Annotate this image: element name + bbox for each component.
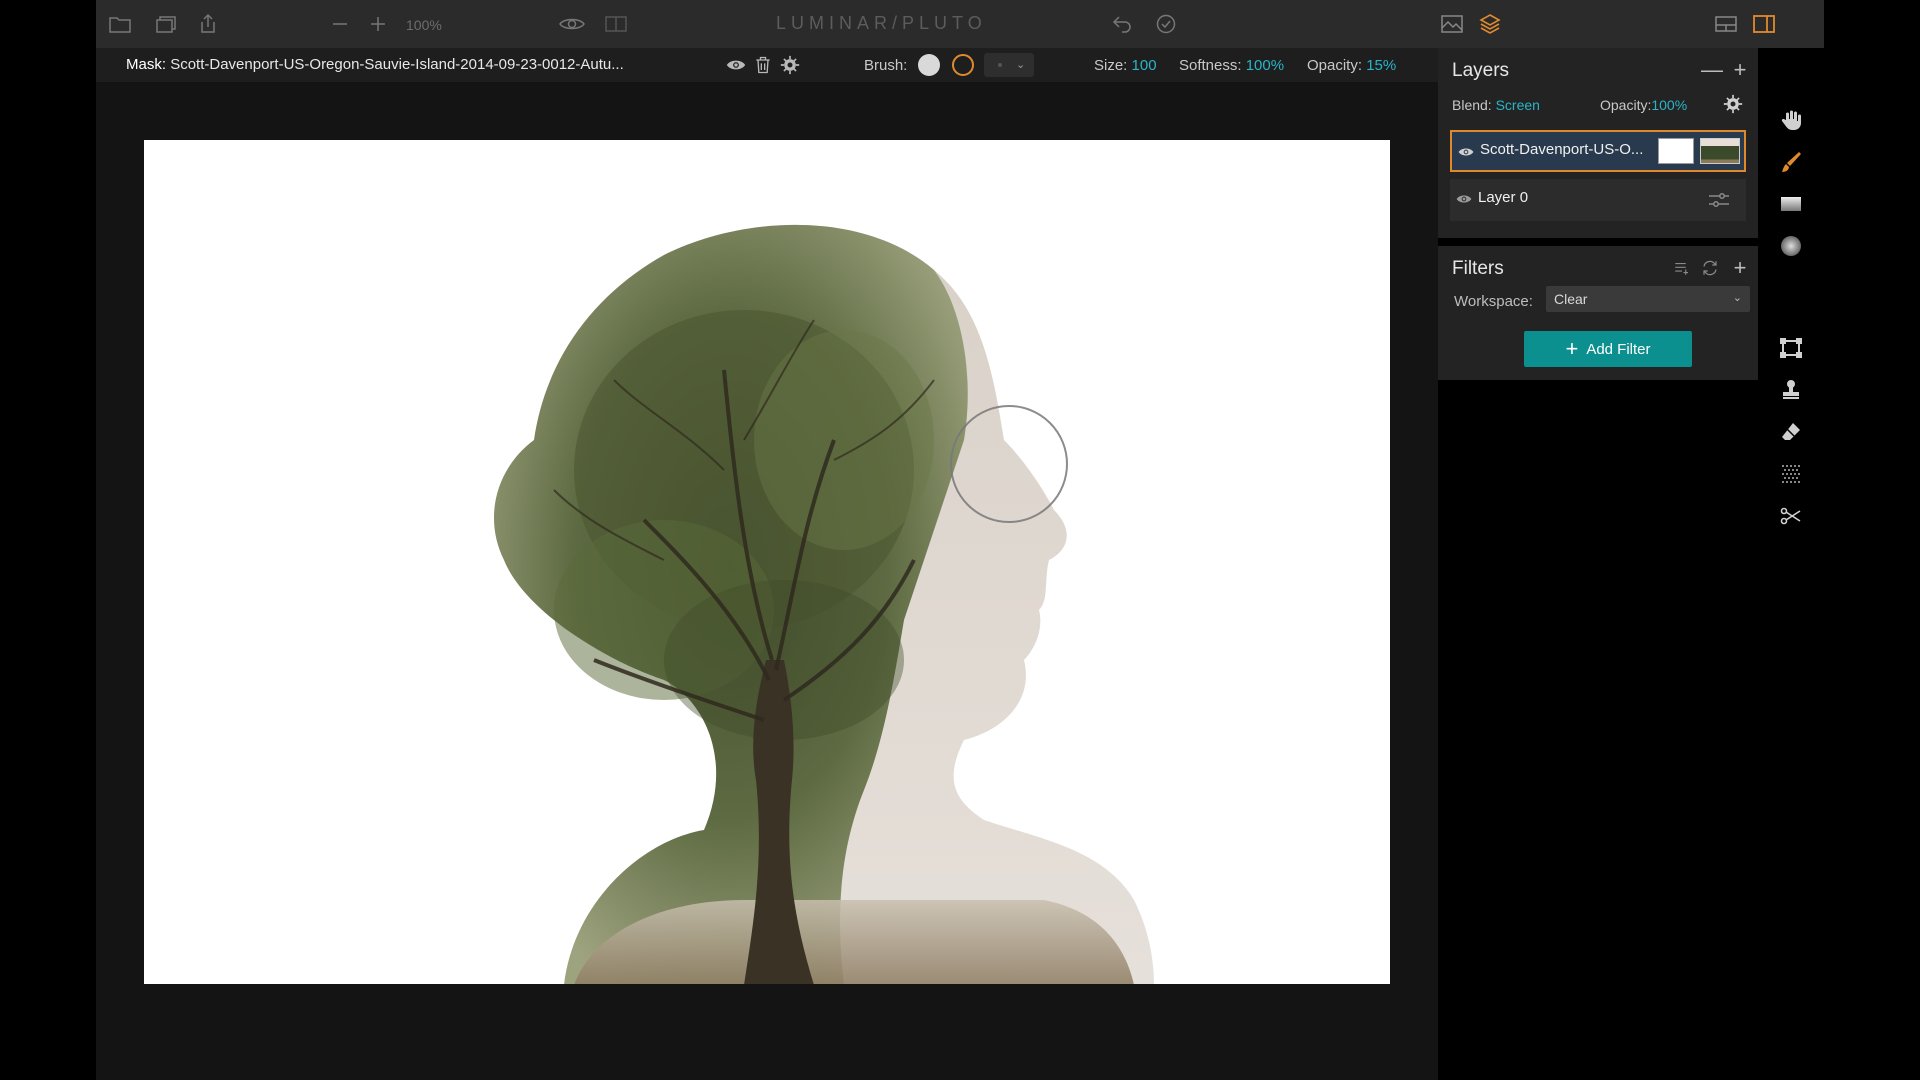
opacity-value[interactable]: 15% bbox=[1366, 57, 1396, 74]
workspace-label: Workspace: bbox=[1454, 293, 1533, 310]
brush-dot-icon bbox=[998, 63, 1002, 67]
crop-tool-icon[interactable] bbox=[1779, 336, 1803, 360]
layers-section: Layers — + Blend: Screen Opacity:100% Sc… bbox=[1438, 48, 1758, 238]
softness-label: Softness: bbox=[1179, 57, 1242, 74]
brush-opacity-control[interactable]: Opacity: 15% bbox=[1307, 57, 1396, 74]
add-layer-button[interactable]: + bbox=[1728, 58, 1752, 82]
compare-icon[interactable] bbox=[604, 12, 628, 36]
filters-title: Filters bbox=[1452, 258, 1504, 279]
brush-softness-control[interactable]: Softness: 100% bbox=[1179, 57, 1284, 74]
chevron-down-icon: ⌄ bbox=[1016, 59, 1026, 71]
layer-opacity-label: Opacity: bbox=[1600, 97, 1652, 113]
mask-label: Mask: bbox=[126, 56, 167, 73]
refresh-icon[interactable] bbox=[1698, 256, 1722, 280]
trash-icon[interactable] bbox=[752, 54, 774, 76]
layer-name: Layer 0 bbox=[1478, 189, 1529, 206]
brush-paint-mode-button[interactable] bbox=[918, 54, 940, 76]
filter-list-icon[interactable] bbox=[1670, 256, 1694, 280]
eye-preview-icon[interactable] bbox=[558, 12, 586, 36]
opacity-label: Opacity: bbox=[1307, 57, 1363, 74]
mask-title: Mask: Scott-Davenport-US-Oregon-Sauvie-I… bbox=[126, 56, 624, 73]
workspace-select[interactable]: Clear ⌄ bbox=[1546, 286, 1750, 312]
image-browser-icon[interactable] bbox=[1440, 12, 1464, 36]
gradient-tool-icon[interactable] bbox=[1779, 192, 1803, 216]
brush-erase-mode-button[interactable] bbox=[952, 54, 974, 76]
right-panel: Layers — + Blend: Screen Opacity:100% Sc… bbox=[1438, 48, 1758, 1080]
noise-tool-icon[interactable] bbox=[1779, 462, 1803, 486]
single-view-icon[interactable] bbox=[1714, 12, 1738, 36]
chevron-down-icon: ⌄ bbox=[1732, 292, 1742, 304]
layer-mask-thumbnail[interactable] bbox=[1658, 138, 1694, 164]
side-panel-icon[interactable] bbox=[1752, 12, 1776, 36]
app-title: LUMINAR/PLUTO bbox=[776, 13, 987, 33]
zoom-in-icon[interactable] bbox=[366, 12, 390, 36]
layer-item-scott-davenport[interactable]: Scott-Davenport-US-O... bbox=[1450, 130, 1746, 172]
batch-icon[interactable] bbox=[154, 12, 178, 36]
plus-icon: + bbox=[1565, 336, 1579, 361]
brush-tool-icon[interactable] bbox=[1779, 150, 1803, 174]
tools-column bbox=[1758, 48, 1824, 1080]
layer-opacity-value[interactable]: 100% bbox=[1651, 97, 1687, 113]
size-value[interactable]: 100 bbox=[1132, 57, 1157, 74]
mask-bar: Mask: Scott-Davenport-US-Oregon-Sauvie-I… bbox=[96, 48, 1438, 82]
image-canvas[interactable] bbox=[144, 140, 1390, 984]
blend-mode-control[interactable]: Blend: Screen bbox=[1452, 97, 1540, 113]
brush-size-control[interactable]: Size: 100 bbox=[1094, 57, 1157, 74]
blend-value[interactable]: Screen bbox=[1496, 97, 1540, 113]
undo-icon[interactable] bbox=[1110, 12, 1134, 36]
layer-adjustments-icon[interactable] bbox=[1708, 191, 1730, 209]
filters-section: Filters + Workspace: Clear ⌄ + Add Filte… bbox=[1438, 246, 1758, 380]
app-window: 100% LUMINAR/PLUTO Mask: Scott-Davenport… bbox=[96, 0, 1824, 1080]
share-icon[interactable] bbox=[196, 12, 220, 36]
blend-label: Blend: bbox=[1452, 97, 1492, 113]
stamp-tool-icon[interactable] bbox=[1779, 378, 1803, 402]
add-filter-plus-button[interactable]: + bbox=[1728, 256, 1752, 280]
double-exposure-photo bbox=[494, 225, 1154, 984]
add-filter-label: Add Filter bbox=[1586, 340, 1651, 358]
layer-visibility-eye-icon[interactable] bbox=[1458, 144, 1474, 160]
layers-title: Layers bbox=[1452, 60, 1510, 81]
eraser-tool-icon[interactable] bbox=[1779, 420, 1803, 444]
history-icon[interactable] bbox=[1154, 12, 1178, 36]
mask-filename: Scott-Davenport-US-Oregon-Sauvie-Island-… bbox=[170, 56, 624, 73]
brush-label: Brush: bbox=[864, 57, 908, 74]
cut-tool-icon[interactable] bbox=[1779, 504, 1803, 528]
zoom-level[interactable]: 100% bbox=[406, 17, 442, 33]
brush-cursor bbox=[950, 405, 1068, 523]
hand-tool-icon[interactable] bbox=[1779, 108, 1803, 132]
softness-value[interactable]: 100% bbox=[1246, 57, 1284, 74]
mask-settings-gear-icon[interactable] bbox=[779, 54, 801, 76]
top-toolbar: 100% LUMINAR/PLUTO bbox=[96, 0, 1824, 48]
remove-layer-button[interactable]: — bbox=[1700, 58, 1724, 82]
mask-visibility-icon[interactable] bbox=[725, 54, 747, 76]
radial-tool-icon[interactable] bbox=[1779, 234, 1803, 258]
workspace-value: Clear bbox=[1554, 291, 1588, 307]
layer-visibility-eye-icon[interactable] bbox=[1456, 191, 1472, 207]
layers-icon[interactable] bbox=[1478, 12, 1502, 36]
zoom-out-icon[interactable] bbox=[328, 12, 352, 36]
brush-options-dropdown[interactable]: ⌄ bbox=[984, 53, 1034, 77]
layer-settings-gear-icon[interactable] bbox=[1723, 94, 1743, 114]
layer-image-thumbnail[interactable] bbox=[1700, 138, 1740, 164]
open-folder-icon[interactable] bbox=[108, 12, 132, 36]
layer-name: Scott-Davenport-US-O... bbox=[1480, 141, 1644, 158]
add-filter-button[interactable]: + Add Filter bbox=[1524, 331, 1692, 367]
layer-item-layer-0[interactable]: Layer 0 bbox=[1450, 179, 1746, 221]
layer-opacity-control[interactable]: Opacity:100% bbox=[1600, 97, 1687, 113]
size-label: Size: bbox=[1094, 57, 1128, 74]
